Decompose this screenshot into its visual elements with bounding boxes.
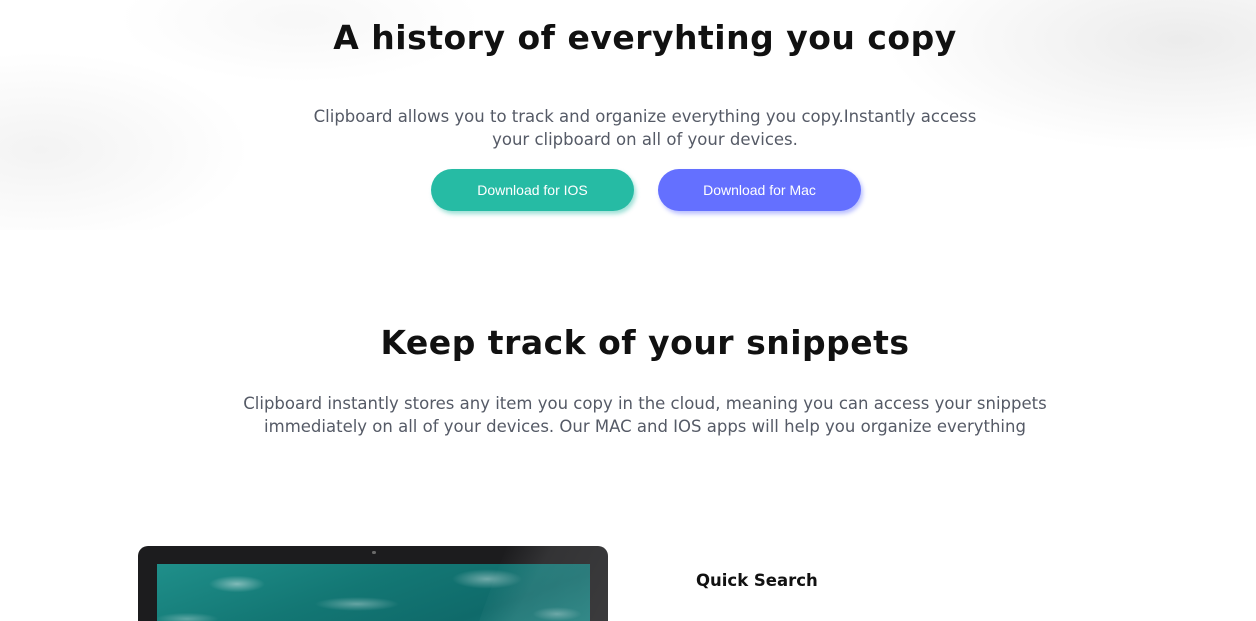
snippets-section-title: Keep track of your snippets: [380, 323, 910, 362]
landing-page: A history of everyhting you copy Clipboa…: [0, 0, 1256, 621]
download-mac-button[interactable]: Download for Mac: [658, 169, 861, 211]
camera-icon: [372, 551, 376, 554]
feature-title-quick-search: Quick Search: [696, 571, 818, 590]
hero-description: Clipboard allows you to track and organi…: [313, 107, 977, 149]
snippets-section-description: Clipboard instantly stores any item you …: [243, 394, 1047, 436]
hero-title: A history of everyhting you copy: [333, 18, 957, 57]
device-glare: [473, 546, 608, 621]
download-ios-button[interactable]: Download for IOS: [431, 169, 634, 211]
device-mockup: [138, 546, 608, 621]
